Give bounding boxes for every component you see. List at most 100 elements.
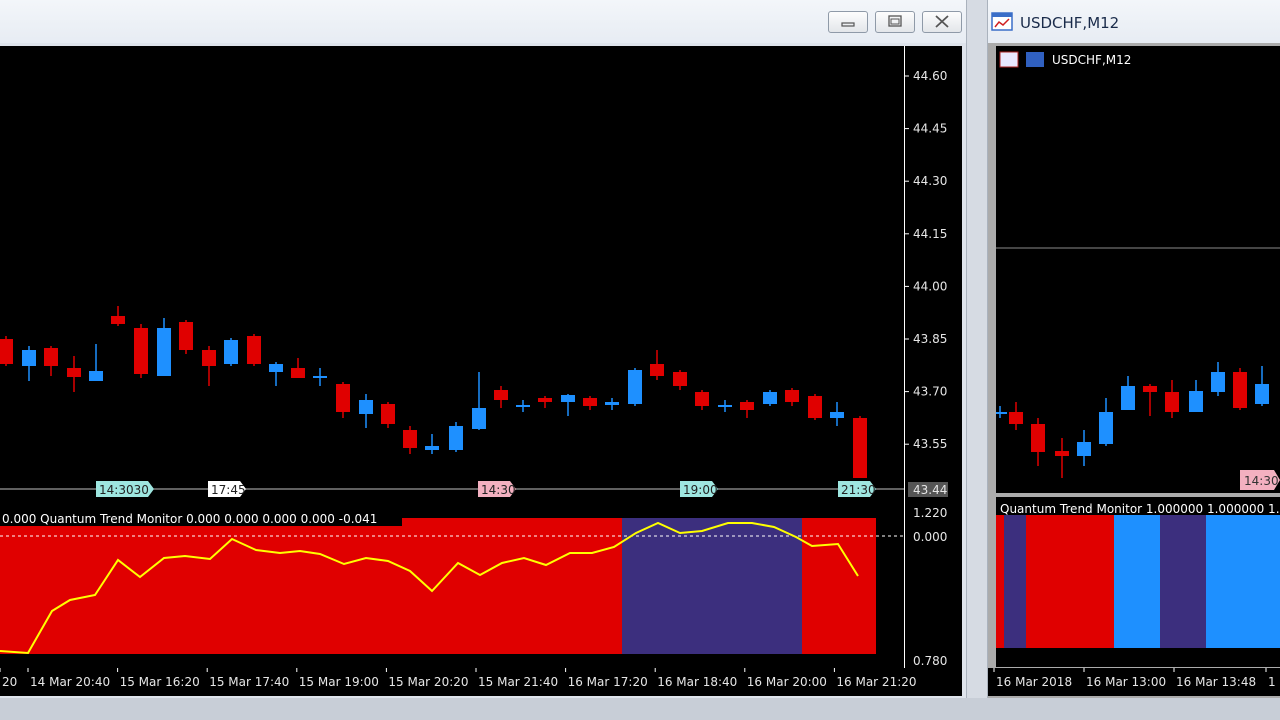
candle-body [673, 372, 687, 386]
candle-body [516, 405, 530, 407]
candle-body [1165, 392, 1179, 412]
candle-body [695, 392, 709, 406]
candle-body [179, 322, 193, 350]
candle-body [1211, 372, 1225, 392]
session-marker-label: 14:30 [1244, 474, 1279, 488]
candle-body [1121, 386, 1135, 410]
candle-body [718, 405, 732, 407]
candle-body [538, 398, 552, 402]
time-tick-label: 15 Mar 20:20 [388, 675, 468, 689]
minimize-icon [841, 22, 855, 27]
trend-zone-purple [622, 518, 802, 654]
time-tick-label: 15 Mar 17:40 [209, 675, 289, 689]
right-candles-group [996, 362, 1269, 478]
time-tick-label: 20 [2, 675, 17, 689]
candle-body [808, 396, 822, 418]
candle-body [247, 336, 261, 364]
candle-body [472, 408, 486, 429]
candle-body [1233, 372, 1247, 408]
indicator-title: 0.000 Quantum Trend Monitor 0.000 0.000 … [2, 512, 377, 526]
session-marker-label: 17:45 [211, 483, 246, 497]
session-marker-label: 14:30 [481, 483, 516, 497]
time-tick-label: 16 Mar 13:48 [1176, 675, 1256, 689]
time-tick-label: 1 [1268, 675, 1276, 689]
price-tick-label: 44.60 [913, 69, 947, 83]
left-window-titlebar [0, 0, 966, 44]
candle-body [313, 376, 327, 378]
price-tick-label: 44.00 [913, 279, 947, 293]
candle-body [628, 370, 642, 404]
candle-body [1055, 451, 1069, 456]
right-price-chart[interactable]: USDCHF,M12 14:30 [996, 46, 1280, 493]
candle-body [111, 316, 125, 324]
candle-body [67, 368, 81, 377]
indicator-axis-top: 1.220 [913, 506, 947, 520]
right-window-title: USDCHF,M12 [1020, 14, 1120, 32]
candle-body [583, 398, 597, 406]
candle-body [0, 339, 13, 364]
candle-body [996, 412, 1007, 414]
time-tick-label: 16 Mar 13:00 [1086, 675, 1166, 689]
left-indicator-panel[interactable]: 0.000 Quantum Trend Monitor 0.000 0.000 … [0, 503, 904, 668]
candle-body [425, 446, 439, 450]
candle-body [853, 418, 867, 478]
time-tick-label: 15 Mar 16:20 [120, 675, 200, 689]
time-tick-label: 16 Mar 21:20 [836, 675, 916, 689]
candle-body [1255, 384, 1269, 404]
restore-icon [888, 15, 902, 27]
candle-body [202, 350, 216, 366]
time-tick-label: 16 Mar 17:20 [568, 675, 648, 689]
left-price-axis: 44.60 44.45 44.30 44.15 44.00 43.85 43.70 43.55… [904, 46, 962, 503]
candle-body [134, 328, 148, 374]
indicator-axis-bottom: 0.780 [913, 654, 947, 668]
time-tick-label: 16 Mar 18:40 [657, 675, 737, 689]
price-tick-label: 44.15 [913, 227, 947, 241]
session-marker-label: 19:00 [683, 483, 718, 497]
restore-button[interactable] [875, 11, 915, 33]
candle-body [1031, 424, 1045, 452]
time-tick-label: 15 Mar 21:40 [478, 675, 558, 689]
price-tick-label: 44.45 [913, 122, 947, 136]
candle-body [381, 404, 395, 424]
indicator-axis-zero: 0.000 [913, 530, 947, 544]
time-tick-label: 15 Mar 19:00 [299, 675, 379, 689]
candle-body [157, 328, 171, 376]
calendar-icon [999, 51, 1019, 68]
flag-icon [1026, 52, 1044, 67]
price-tick-label: 44.30 [913, 174, 947, 188]
candle-body [561, 395, 575, 402]
candle-body [224, 340, 238, 364]
session-marker-label: 21:30 [841, 483, 876, 497]
candle-body [1143, 386, 1157, 392]
candle-body [785, 390, 799, 402]
current-price-label: 43.44 [913, 483, 947, 497]
candle-body [740, 402, 754, 410]
price-tick-label: 43.55 [913, 437, 947, 451]
candle-body [336, 384, 350, 412]
time-tick-label: 16 Mar 2018 [996, 675, 1072, 689]
candle-body [449, 426, 463, 450]
candle-body [830, 412, 844, 418]
candle-body [359, 400, 373, 414]
right-indicator-title: Quantum Trend Monitor 1.000000 1.000000 … [1000, 502, 1280, 516]
candle-body [1009, 412, 1023, 424]
right-indicator-panel[interactable]: Quantum Trend Monitor 1.000000 1.000000 … [996, 497, 1280, 667]
candle-body [1099, 412, 1113, 444]
candle-body [494, 390, 508, 400]
candle-body [1189, 391, 1203, 412]
right-chart-label: USDCHF,M12 [1052, 53, 1131, 67]
time-tick-label: 16 Mar 20:00 [747, 675, 827, 689]
time-tick-label: 14 Mar 20:40 [30, 675, 110, 689]
candle-body [605, 402, 619, 405]
left-price-chart[interactable]: 14:3030 17:45 14:30 19:00 21:30 [0, 46, 904, 503]
close-button[interactable] [922, 11, 962, 33]
left-time-axis: 20 14 Mar 20:40 15 Mar 16:20 15 Mar 17:40 15… [0, 668, 962, 696]
window-splitter[interactable] [966, 0, 988, 720]
candle-body [650, 364, 664, 376]
trend-zone-red-2 [802, 518, 876, 654]
price-tick-label: 43.70 [913, 385, 947, 399]
candle-body [291, 368, 305, 378]
candles-group [0, 306, 867, 478]
minimize-button[interactable] [828, 11, 868, 33]
right-time-axis: 16 Mar 2018 16 Mar 13:00 16 Mar 13:48 1 [988, 668, 1280, 696]
